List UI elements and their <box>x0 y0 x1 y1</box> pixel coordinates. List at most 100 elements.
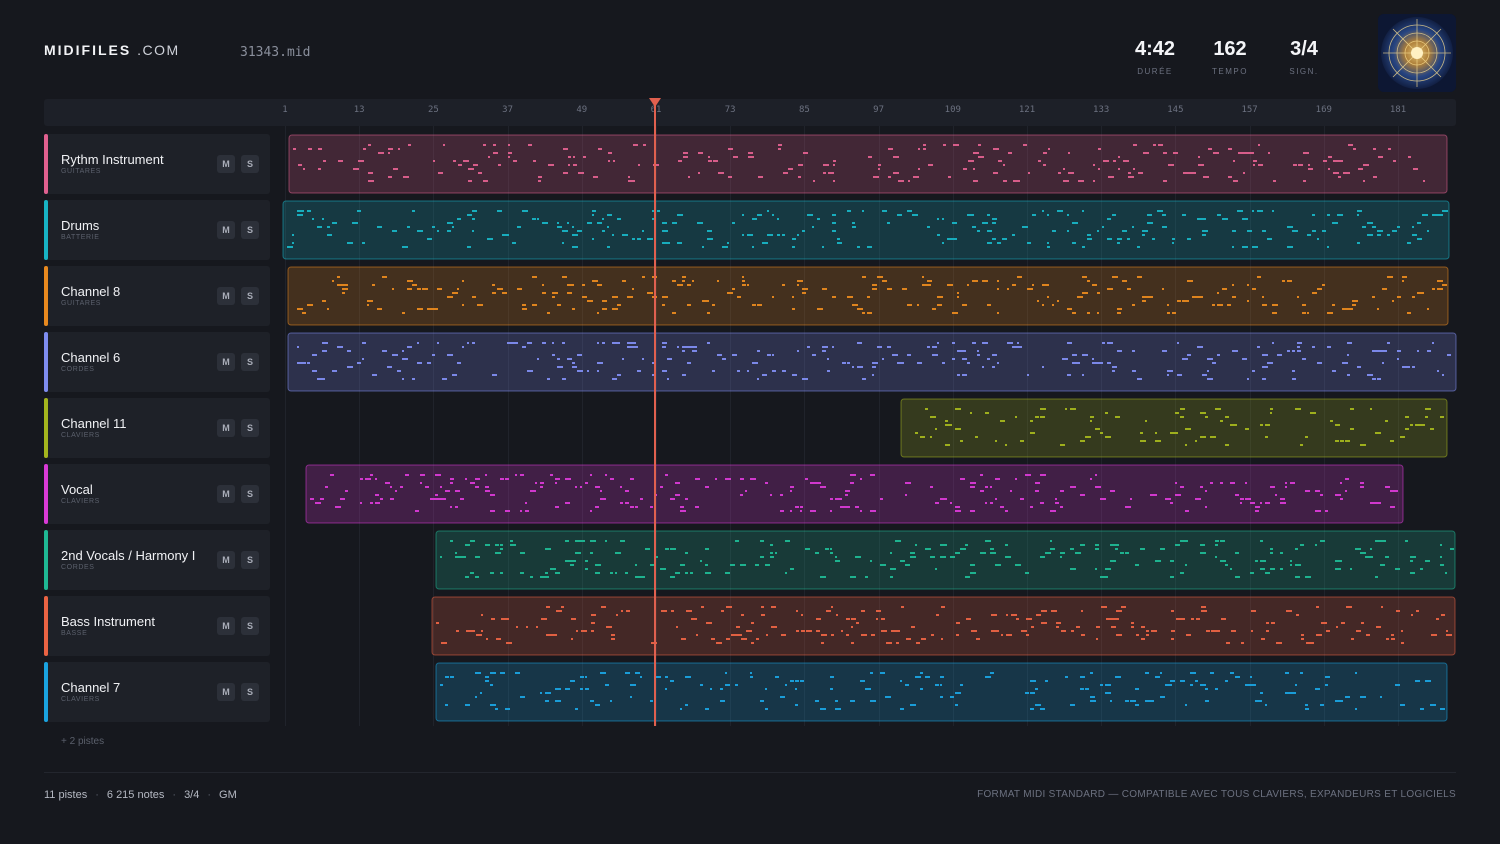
solo-button[interactable]: S <box>241 287 259 305</box>
playhead[interactable] <box>654 99 656 726</box>
mute-button[interactable]: M <box>217 353 235 371</box>
track-color-bar <box>44 530 48 590</box>
arrangement-grid <box>278 126 1456 726</box>
ruler-tick: 133 <box>1093 105 1110 115</box>
track-name: Channel 6 <box>61 350 121 365</box>
ruler-tick: 73 <box>724 105 736 115</box>
solo-button[interactable]: S <box>241 551 259 569</box>
track-header[interactable]: Rythm Instrument GUITARES M S <box>44 134 270 194</box>
grid-line <box>507 126 509 726</box>
track-color-bar <box>44 398 48 458</box>
grid-line <box>804 126 806 726</box>
track-category: CLAVIERS <box>61 696 100 703</box>
track-header[interactable]: Channel 6 CORDES M S <box>44 332 270 392</box>
mute-button[interactable]: M <box>217 485 235 503</box>
track-header[interactable]: Channel 11 CLAVIERS M S <box>44 398 270 458</box>
track-category: GUITARES <box>61 300 102 307</box>
footer-divider <box>44 772 1456 773</box>
track-color-bar <box>44 134 48 194</box>
track-name: Rythm Instrument <box>61 152 164 167</box>
album-cover-icon <box>1378 14 1456 92</box>
solo-button[interactable]: S <box>241 353 259 371</box>
track-color-bar <box>44 596 48 656</box>
grid-line <box>1175 126 1177 726</box>
mute-button[interactable]: M <box>217 221 235 239</box>
track-name: Bass Instrument <box>61 614 155 629</box>
track-name: Channel 8 <box>61 284 121 299</box>
ruler-tick: 1 <box>282 105 288 115</box>
stat-tempo: 162 TEMPO <box>1190 38 1270 76</box>
notes-count: 6 215 notes <box>106 789 165 801</box>
track-category: CORDES <box>61 564 95 571</box>
ruler-tick: 13 <box>353 105 365 115</box>
grid-line <box>359 126 361 726</box>
track-header[interactable]: Channel 7 CLAVIERS M S <box>44 662 270 722</box>
brand-logo: MIDIFILES .COM <box>44 42 180 58</box>
grid-line <box>1249 126 1251 726</box>
file-name: 31343.mid <box>240 45 311 60</box>
grid-line <box>730 126 732 726</box>
track-category: BASSE <box>61 630 88 637</box>
grid-line <box>1323 126 1325 726</box>
stat-signature-value: 3/4 <box>1290 38 1318 60</box>
mute-button[interactable]: M <box>217 551 235 569</box>
ruler-tick: 49 <box>576 105 588 115</box>
mute-button[interactable]: M <box>217 155 235 173</box>
mute-button[interactable]: M <box>217 617 235 635</box>
track-name: Channel 7 <box>61 680 121 695</box>
mute-button[interactable]: M <box>217 287 235 305</box>
stat-tempo-value: 162 <box>1213 38 1247 60</box>
track-header[interactable]: 2nd Vocals / Harmony I CORDES M S <box>44 530 270 590</box>
solo-button[interactable]: S <box>241 485 259 503</box>
stat-signature: 3/4 SIGN. <box>1264 38 1344 76</box>
solo-button[interactable]: S <box>241 221 259 239</box>
grid-line <box>878 126 880 726</box>
ruler-tick: 157 <box>1241 105 1258 115</box>
track-name: Drums <box>61 218 100 233</box>
track-category: CORDES <box>61 366 95 373</box>
grid-line <box>285 126 286 726</box>
ruler-tick: 109 <box>944 105 961 115</box>
ruler-tick: 85 <box>798 105 810 115</box>
track-color-bar <box>44 332 48 392</box>
ruler-tick: 121 <box>1018 105 1036 115</box>
grid-line <box>1398 126 1399 726</box>
track-color-bar <box>44 266 48 326</box>
midi-standard: GM <box>219 789 237 801</box>
solo-button[interactable]: S <box>241 155 259 173</box>
grid-line <box>1027 126 1028 726</box>
ruler-tick: 25 <box>427 105 439 115</box>
footer-summary: 11 pistes · 6 215 notes · 3/4 · GM <box>44 789 237 801</box>
grid-line <box>1101 126 1103 726</box>
track-name: Channel 11 <box>61 416 127 431</box>
stat-signature-label: SIGN. <box>1289 67 1319 76</box>
track-header[interactable]: Drums BATTERIE M S <box>44 200 270 260</box>
stat-duration-value: 4:42 <box>1134 38 1176 60</box>
grid-line <box>952 126 954 726</box>
timeline-ruler[interactable]: 1 13 25 37 49 61 73 85 97 109 121 133 145 157 169 181 <box>44 99 1456 126</box>
solo-button[interactable]: S <box>241 617 259 635</box>
footer-tagline: FORMAT MIDI STANDARD — COMPATIBLE AVEC T… <box>977 789 1456 800</box>
track-color-bar <box>44 200 48 260</box>
track-category: BATTERIE <box>61 234 100 241</box>
playhead-handle-icon[interactable] <box>649 98 661 107</box>
stat-tempo-label: TEMPO <box>1212 67 1248 76</box>
track-category: CLAVIERS <box>61 498 100 505</box>
solo-button[interactable]: S <box>241 683 259 701</box>
solo-button[interactable]: S <box>241 419 259 437</box>
track-category: CLAVIERS <box>61 432 100 439</box>
stat-duration: 4:42 DURÉE <box>1115 38 1195 76</box>
track-header[interactable]: Bass Instrument BASSE M S <box>44 596 270 656</box>
track-header[interactable]: Channel 8 GUITARES M S <box>44 266 270 326</box>
tracks-count: 11 pistes <box>44 789 88 801</box>
mute-button[interactable]: M <box>217 419 235 437</box>
track-category: GUITARES <box>61 168 102 175</box>
more-tracks-link[interactable]: + 2 pistes <box>61 736 104 747</box>
mute-button[interactable]: M <box>217 683 235 701</box>
grid-line <box>433 126 435 726</box>
signature-value: 3/4 <box>184 789 200 801</box>
brand-main: MIDIFILES <box>44 42 132 58</box>
track-header[interactable]: Vocal CLAVIERS M S <box>44 464 270 524</box>
ruler-tick: 169 <box>1315 105 1332 115</box>
stat-duration-label: DURÉE <box>1137 67 1173 76</box>
